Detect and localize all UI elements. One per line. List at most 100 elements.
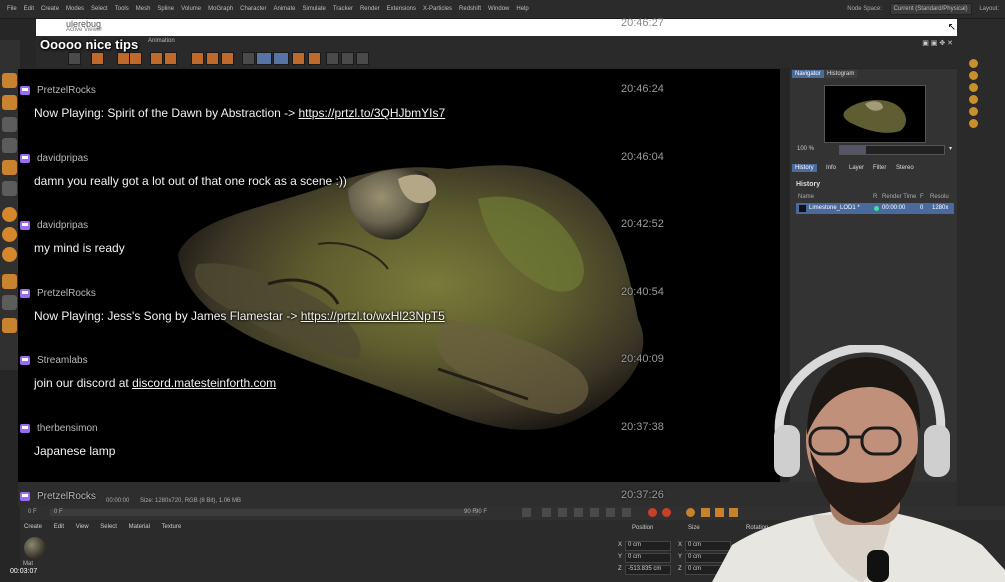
pos-x-field[interactable]: 0 cm [625,541,671,551]
history-row[interactable]: Limestone_LOD1 * 00:00:00 0 1280x [796,203,954,214]
next-key-icon[interactable] [606,508,615,517]
menu-item-view[interactable]: View [76,524,89,530]
snap-settings-icon[interactable] [2,227,17,242]
grid-b-icon[interactable] [341,52,354,65]
timeline-track[interactable]: 0 F 90 F [50,509,480,516]
menu-item[interactable]: Mesh [136,0,151,18]
menu-item[interactable]: Character [240,0,266,18]
render-icon[interactable] [91,52,104,65]
object-tag-icon[interactable] [969,95,978,104]
menu-item[interactable]: Window [488,0,509,18]
material-swatch[interactable] [24,537,46,559]
text-a-icon[interactable] [292,52,305,65]
menu-item[interactable]: Extensions [387,0,416,18]
timeline-start[interactable]: 0 F [28,509,37,515]
tab-history[interactable]: History [792,164,817,172]
chat-message-link[interactable]: https://prtzl.to/wxHl23NpT5 [301,309,445,323]
object-tag-icon[interactable] [969,119,978,128]
nurbs-tool-icon[interactable] [2,95,17,110]
menu-item-select[interactable]: Select [100,524,117,530]
menu-item[interactable]: Edit [24,0,34,18]
menu-item[interactable]: Animate [273,0,295,18]
save-image-icon[interactable] [150,52,163,65]
fit-view-icon[interactable] [273,52,289,65]
menu-item[interactable]: Select [91,0,108,18]
menu-item-texture[interactable]: Texture [162,524,182,530]
mesh-mode-icon[interactable] [2,138,17,153]
menu-item[interactable]: File [7,0,17,18]
menu-item[interactable]: Tools [115,0,129,18]
zoom-value[interactable]: 100 % [797,146,814,152]
pos-z-field[interactable]: -513.835 cm [625,565,671,575]
menu-item[interactable]: X-Particles [423,0,452,18]
window-controls-icon[interactable]: ▣ ▣ ✥ ✕ [922,39,953,47]
menu-item-material[interactable]: Material [129,524,150,530]
polygon-mode-icon[interactable] [2,160,17,175]
menu-item[interactable]: Modes [66,0,84,18]
snap-icon[interactable] [2,207,17,222]
compare-a-icon[interactable] [164,52,177,65]
col-r[interactable]: R [873,194,877,200]
pos-y-field[interactable]: 0 cm [625,553,671,563]
key-pos-icon[interactable] [701,508,710,517]
tab-navigator[interactable]: Navigator [792,70,824,78]
compare-b-icon[interactable] [191,52,204,65]
zoom-dropdown-icon[interactable]: ▾ [949,145,952,152]
tab-layer[interactable]: Layer [846,164,867,172]
object-tag-icon[interactable] [969,71,978,80]
prev-frame-icon[interactable] [558,508,567,517]
node-space-select[interactable]: Current (Standard/Physical) [889,3,972,15]
menu-item[interactable]: Simulate [303,0,326,18]
menu-item-create[interactable]: Create [24,524,42,530]
chat-message-link[interactable]: discord.matesteinforth.com [132,376,276,390]
layout-label[interactable]: Layout: [979,6,999,12]
paint-tool-icon[interactable] [2,274,17,289]
navigator-thumbnail[interactable] [824,85,926,143]
open-file-icon[interactable] [68,52,81,65]
tab-info[interactable]: Info [823,164,839,172]
model-mode-icon[interactable] [2,117,17,132]
go-start-icon[interactable] [522,508,531,517]
autokey-icon[interactable] [662,508,671,517]
snapshot-2-icon[interactable] [221,52,234,65]
timeline-end-2[interactable]: 90 F [475,509,487,515]
sculpt-tool-icon[interactable] [2,318,17,333]
material-name[interactable]: Mat [23,561,33,567]
grid-a-icon[interactable] [326,52,339,65]
play-icon[interactable] [574,508,583,517]
zoom-slider[interactable] [839,145,945,155]
menu-item[interactable]: Create [41,0,59,18]
animation-tab[interactable]: Animation [148,38,175,44]
col-render-time[interactable]: Render Time [882,194,916,200]
grid-tool-icon[interactable] [2,295,17,310]
render-canvas[interactable] [18,69,780,482]
go-end-icon[interactable] [622,508,631,517]
view-mode-icon[interactable] [256,52,272,65]
menu-item[interactable]: Tracker [333,0,353,18]
stop-render-icon[interactable] [129,52,142,65]
menu-item[interactable]: MoGraph [208,0,233,18]
menu-item[interactable]: Render [360,0,380,18]
keyframe-icon[interactable] [686,508,695,517]
col-name[interactable]: Name [798,194,814,200]
menu-item-edit[interactable]: Edit [54,524,64,530]
text-b-icon[interactable] [308,52,321,65]
axis-mode-icon[interactable] [2,181,17,196]
menu-item[interactable]: Volume [181,0,201,18]
object-tag-icon[interactable] [969,107,978,116]
tab-filter[interactable]: Filter [870,164,889,172]
menu-item[interactable]: Redshift [459,0,481,18]
tab-histogram[interactable]: Histogram [824,70,858,78]
tab-stereo[interactable]: Stereo [893,164,917,172]
next-frame-icon[interactable] [590,508,599,517]
object-tag-icon[interactable] [969,59,978,68]
prev-key-icon[interactable] [542,508,551,517]
snapshot-icon[interactable] [206,52,219,65]
cube-tool-icon[interactable] [2,73,17,88]
menu-item[interactable]: Help [516,0,528,18]
col-f[interactable]: F [920,194,924,200]
object-tag-icon[interactable] [969,83,978,92]
channel-icon[interactable] [242,52,255,65]
col-resolution[interactable]: Resolu [930,194,949,200]
grid-c-icon[interactable] [356,52,369,65]
